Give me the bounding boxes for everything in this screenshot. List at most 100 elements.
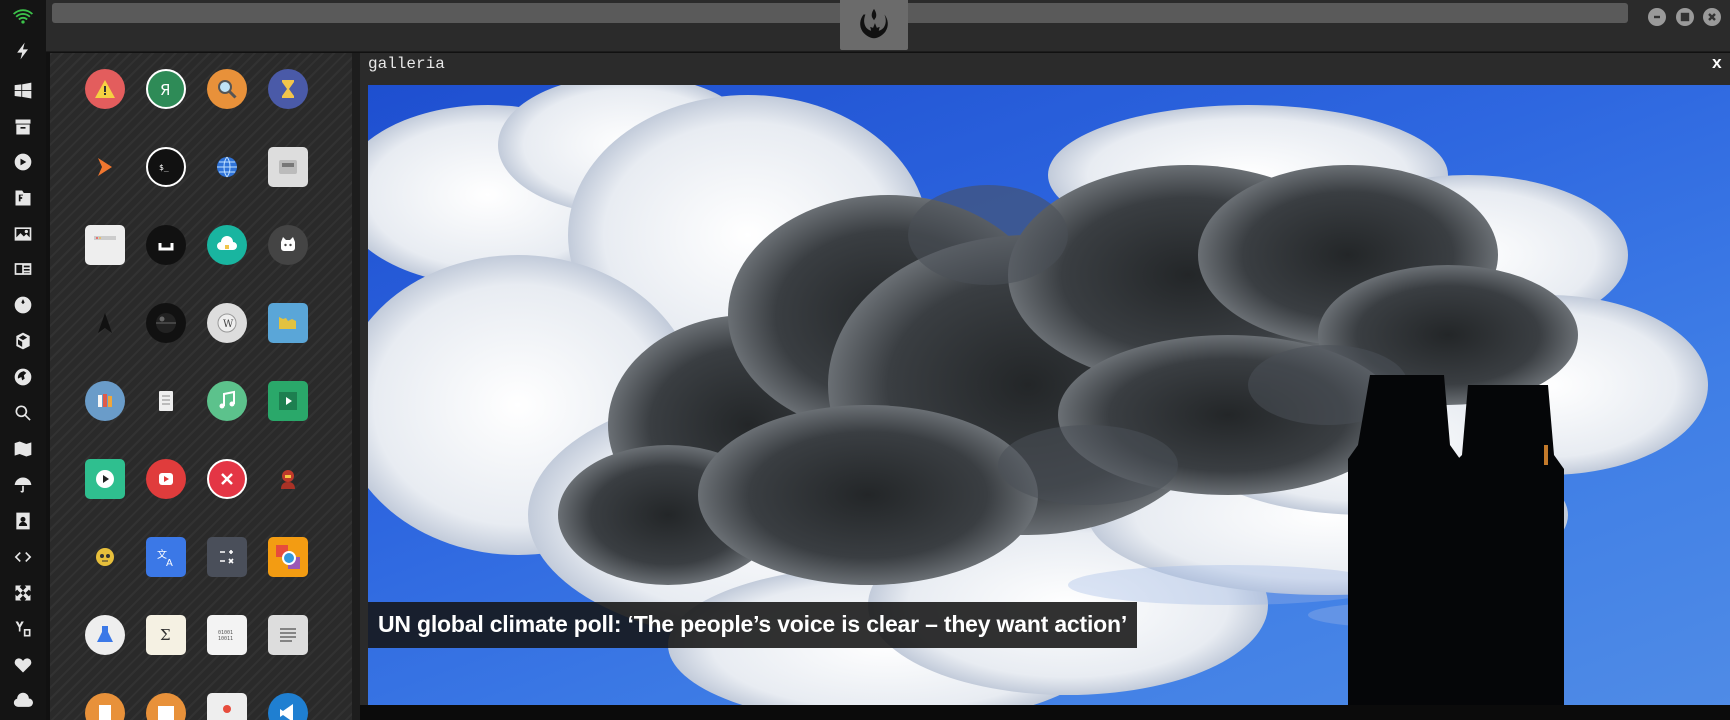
hard-drive-icon bbox=[279, 160, 297, 174]
picture-icon bbox=[158, 706, 174, 720]
code-icon[interactable] bbox=[12, 546, 34, 568]
cloud-icon[interactable] bbox=[12, 690, 34, 712]
fullscreen-icon[interactable] bbox=[12, 582, 34, 604]
sublime-app[interactable] bbox=[85, 147, 125, 187]
gallery-bottom-bar bbox=[360, 705, 1730, 720]
gallery-window: galleria x UN global climate poll: ‘The … bbox=[360, 53, 1730, 720]
presentation-icon bbox=[223, 705, 231, 713]
news-icon[interactable] bbox=[12, 258, 34, 280]
play-icon[interactable] bbox=[12, 151, 34, 173]
drive-app[interactable] bbox=[268, 147, 308, 187]
warning-app[interactable] bbox=[85, 69, 125, 109]
app-launcher-panel: Я $_ W 文 A Σ 01001 10011 bbox=[50, 53, 352, 720]
chevron-right-icon bbox=[98, 158, 112, 176]
globe-icon bbox=[217, 156, 237, 178]
svg-text:W: W bbox=[223, 319, 234, 330]
c3po-icon bbox=[96, 548, 114, 566]
text-lines-icon bbox=[280, 628, 296, 642]
heart-icon[interactable] bbox=[12, 654, 34, 676]
yandex-icon: Я bbox=[160, 81, 170, 99]
search-app[interactable] bbox=[207, 69, 247, 109]
calculator-app[interactable] bbox=[207, 537, 247, 577]
browser-window-icon bbox=[94, 236, 116, 240]
maximize-button[interactable] bbox=[1676, 8, 1694, 26]
wikipedia-app[interactable]: W bbox=[207, 303, 247, 343]
world-map-app[interactable] bbox=[268, 303, 308, 343]
translate-icon: 文A bbox=[157, 548, 173, 569]
bracket-app[interactable] bbox=[146, 225, 186, 265]
globe-icon[interactable] bbox=[12, 366, 34, 388]
contacts-icon[interactable] bbox=[12, 510, 34, 532]
cloud-lock-icon bbox=[217, 236, 237, 250]
close-app[interactable] bbox=[207, 459, 247, 499]
close-button[interactable] bbox=[1703, 8, 1721, 26]
death-star-app[interactable] bbox=[146, 303, 186, 343]
github-app[interactable] bbox=[268, 225, 308, 265]
translate-app[interactable]: 文A bbox=[146, 537, 186, 577]
vscode-icon bbox=[280, 704, 293, 720]
video-app[interactable] bbox=[268, 381, 308, 421]
svg-text:A: A bbox=[166, 558, 173, 569]
top-bar bbox=[46, 0, 1730, 52]
calculator-icon bbox=[220, 550, 234, 564]
ironman-icon bbox=[281, 470, 295, 489]
document-app[interactable] bbox=[85, 693, 125, 720]
youtube-icon[interactable] bbox=[12, 618, 34, 640]
starfleet-icon bbox=[98, 313, 112, 333]
svg-text:$_: $_ bbox=[159, 163, 169, 172]
svg-text:10011: 10011 bbox=[218, 636, 233, 642]
map-icon[interactable] bbox=[12, 438, 34, 460]
terminal-icon: $_ bbox=[159, 163, 169, 172]
launcher-tab[interactable] bbox=[840, 0, 908, 50]
lab-app[interactable] bbox=[85, 615, 125, 655]
photo-caption: UN global climate poll: ‘The people’s vo… bbox=[368, 602, 1138, 648]
globe-app[interactable] bbox=[207, 147, 247, 187]
cloud-lock-app[interactable] bbox=[207, 225, 247, 265]
bracket-icon bbox=[158, 243, 174, 251]
notebook-icon bbox=[159, 391, 173, 411]
camera-icon bbox=[276, 545, 300, 569]
minimize-button[interactable] bbox=[1648, 8, 1666, 26]
lightning-icon[interactable] bbox=[12, 40, 34, 62]
yandex-app[interactable]: Я bbox=[146, 69, 186, 109]
wifi-icon[interactable] bbox=[12, 6, 34, 28]
terminal-app[interactable]: $_ bbox=[146, 147, 186, 187]
world-map-icon bbox=[279, 317, 296, 329]
hourglass-app[interactable] bbox=[268, 69, 308, 109]
window-app[interactable] bbox=[85, 225, 125, 265]
music-app[interactable] bbox=[207, 381, 247, 421]
windows-icon[interactable] bbox=[12, 80, 34, 102]
rebel-icon[interactable] bbox=[12, 294, 34, 316]
search-icon[interactable] bbox=[12, 402, 34, 424]
presentation-app[interactable] bbox=[207, 693, 247, 720]
hourglass-icon bbox=[282, 80, 294, 98]
c3po-app[interactable] bbox=[85, 537, 125, 577]
wolfram-icon[interactable] bbox=[12, 330, 34, 352]
svg-text:Я: Я bbox=[160, 81, 170, 99]
play-circle-icon bbox=[96, 470, 114, 488]
starfleet-app[interactable] bbox=[85, 303, 125, 343]
panel-divider[interactable] bbox=[352, 53, 360, 720]
close-icon bbox=[1708, 13, 1716, 21]
text-editor-app[interactable] bbox=[268, 615, 308, 655]
ironman-app[interactable] bbox=[268, 459, 308, 499]
books-icon bbox=[98, 394, 112, 407]
notes-app[interactable] bbox=[146, 381, 186, 421]
library-app[interactable] bbox=[85, 381, 125, 421]
image-icon[interactable] bbox=[12, 223, 34, 245]
magnifier-icon bbox=[218, 80, 237, 99]
player-app[interactable] bbox=[85, 459, 125, 499]
vscode-app[interactable] bbox=[268, 693, 308, 720]
sigma-icon: Σ bbox=[160, 626, 171, 644]
sigma-app[interactable]: Σ bbox=[146, 615, 186, 655]
youtube-app[interactable] bbox=[146, 459, 186, 499]
translate-book-icon[interactable] bbox=[12, 187, 34, 209]
wikipedia-icon: W bbox=[217, 313, 237, 333]
image-viewer-app[interactable] bbox=[146, 693, 186, 720]
close-window-button[interactable]: x bbox=[1712, 55, 1722, 74]
camera-app[interactable] bbox=[268, 537, 308, 577]
archive-icon[interactable] bbox=[12, 116, 34, 138]
umbrella-icon[interactable] bbox=[12, 474, 34, 496]
dock bbox=[0, 0, 46, 720]
binary-app[interactable]: 01001 10011 bbox=[207, 615, 247, 655]
